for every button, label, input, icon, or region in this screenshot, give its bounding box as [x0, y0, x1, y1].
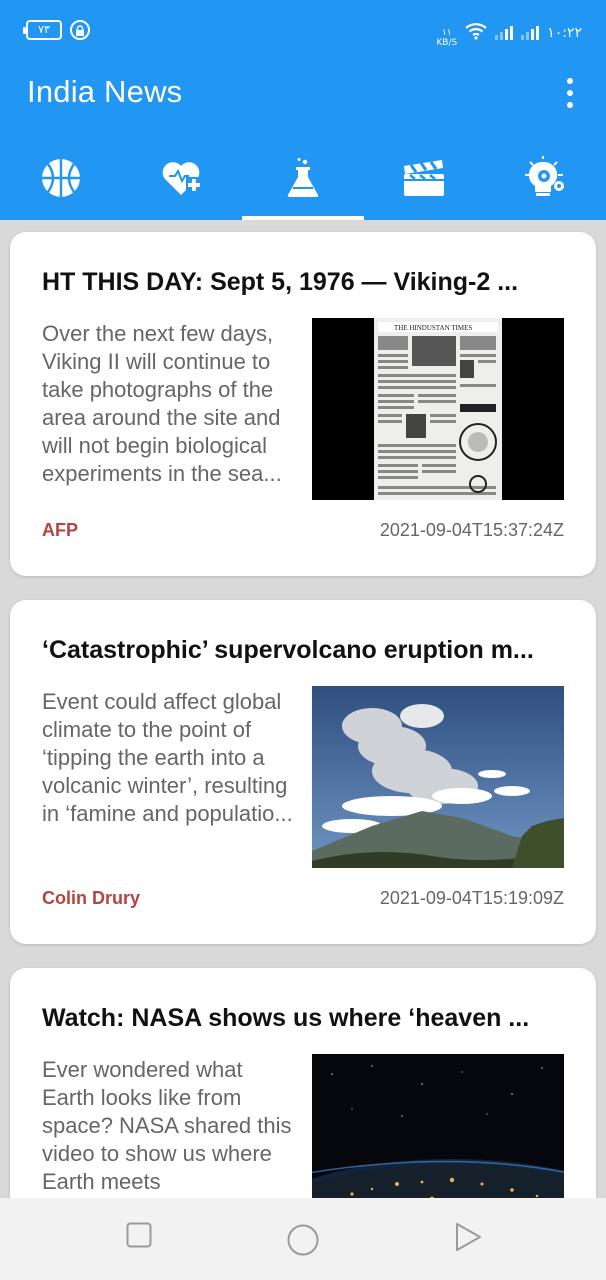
article-source: AFP — [42, 520, 78, 540]
tab-entertainment[interactable] — [364, 150, 485, 220]
status-bar: ٧٣ ١١ KB/S ١٠:٢٢ — [0, 0, 606, 60]
network-speed: ١١ KB/S — [436, 28, 458, 48]
lightbulb-gear-icon — [523, 155, 567, 205]
signal-icon-1 — [495, 26, 514, 40]
article-title: ‘Catastrophic’ supervolcano eruption m..… — [42, 636, 534, 664]
tab-health[interactable] — [121, 150, 242, 220]
article-title: HT THIS DAY: Sept 5, 1976 — Viking-2 ... — [42, 268, 519, 296]
lock-icon — [70, 20, 90, 40]
svg-text:THE HINDUSTAN TIMES: THE HINDUSTAN TIMES — [394, 324, 472, 332]
tab-sports[interactable] — [0, 150, 121, 220]
tab-science[interactable] — [242, 150, 364, 220]
back-button[interactable] — [454, 1222, 482, 1257]
signal-icon-2 — [521, 26, 540, 40]
basketball-icon — [40, 157, 82, 204]
overflow-menu-icon[interactable] — [560, 78, 580, 108]
newspaper-page-image: THE HINDUSTAN TIMES — [312, 318, 564, 500]
earth-from-space-image — [312, 1054, 564, 1198]
article-card[interactable]: ‘Catastrophic’ supervolcano eruption m..… — [10, 600, 596, 944]
recent-apps-button[interactable] — [126, 1222, 152, 1253]
home-button[interactable] — [287, 1224, 319, 1261]
flask-icon — [285, 157, 321, 204]
volcano-eruption-image — [312, 686, 564, 868]
wifi-icon — [465, 22, 487, 44]
tab-technology[interactable] — [485, 150, 606, 220]
news-feed[interactable]: HT THIS DAY: Sept 5, 1976 — Viking-2 ...… — [0, 220, 606, 1198]
article-description: Ever wondered what Earth looks like from… — [42, 1057, 292, 1194]
heart-plus-icon — [160, 157, 204, 204]
clock: ١٠:٢٢ — [547, 25, 582, 41]
battery-indicator: ٧٣ — [23, 20, 62, 40]
category-tabs — [0, 150, 606, 220]
clapperboard-icon — [402, 158, 446, 203]
article-description: Over the next few days, Viking II will c… — [42, 321, 282, 486]
article-date: 2021-09-04T15:37:24Z — [379, 520, 564, 540]
article-title: Watch: NASA shows us where ‘heaven ... — [42, 1004, 530, 1032]
app-title: India News — [27, 74, 183, 109]
system-navigation-bar — [0, 1198, 606, 1280]
article-card[interactable]: Watch: NASA shows us where ‘heaven ... E… — [10, 968, 596, 1198]
article-description: Event could affect global climate to the… — [42, 689, 293, 826]
article-source: Colin Drury — [42, 888, 141, 908]
article-card[interactable]: HT THIS DAY: Sept 5, 1976 — Viking-2 ...… — [10, 232, 596, 576]
article-date: 2021-09-04T15:19:09Z — [379, 888, 564, 908]
app-bar: ٧٣ ١١ KB/S ١٠:٢٢ India News — [0, 0, 606, 220]
